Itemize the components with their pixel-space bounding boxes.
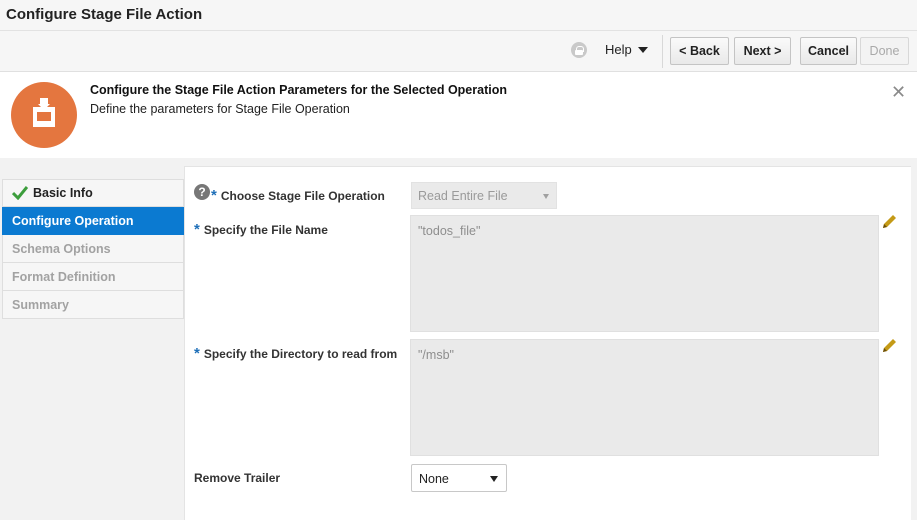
file-name-label-text: Specify the File Name <box>203 223 328 237</box>
operation-select[interactable]: Read Entire File <box>411 182 557 209</box>
remove-trailer-label: Remove Trailer <box>194 471 281 485</box>
directory-label-text: Specify the Directory to read from <box>203 347 398 361</box>
required-marker: * <box>211 187 217 204</box>
train-step-label: Format Definition <box>12 269 116 284</box>
lock-icon <box>571 42 587 58</box>
file-name-label: * Specify the File Name <box>194 221 328 238</box>
train-step-format-definition[interactable]: Format Definition <box>2 263 184 291</box>
train-step-label: Basic Info <box>33 186 93 200</box>
stage-file-icon <box>11 82 77 148</box>
close-icon[interactable]: ✕ <box>891 82 906 103</box>
toolbar: Help < Back Next > Cancel Done <box>0 31 917 72</box>
pencil-icon[interactable] <box>880 337 898 355</box>
next-button[interactable]: Next > <box>734 37 791 65</box>
wizard-header: Configure the Stage File Action Paramete… <box>0 72 917 158</box>
directory-field[interactable]: "/msb" <box>410 339 879 456</box>
train-step-configure-operation[interactable]: Configure Operation <box>2 207 184 235</box>
back-button[interactable]: < Back <box>670 37 729 65</box>
checkmark-icon <box>11 186 29 201</box>
chevron-down-icon <box>490 476 498 482</box>
help-menu[interactable]: Help <box>605 42 648 57</box>
cancel-button[interactable]: Cancel <box>800 37 857 65</box>
operation-label-text: Choose Stage File Operation <box>220 189 385 203</box>
done-button[interactable]: Done <box>860 37 909 65</box>
required-marker: * <box>194 221 200 238</box>
directory-label: * Specify the Directory to read from <box>194 345 397 362</box>
chevron-down-icon <box>637 46 648 53</box>
operation-select-value: Read Entire File <box>418 189 508 203</box>
help-menu-label: Help <box>605 42 632 57</box>
wizard-train: Basic Info Configure Operation Schema Op… <box>2 179 184 319</box>
window-titlebar: Configure Stage File Action <box>0 0 917 31</box>
operation-label: * Choose Stage File Operation <box>211 187 385 204</box>
train-step-basic-info[interactable]: Basic Info <box>2 179 184 207</box>
header-title: Configure the Stage File Action Paramete… <box>90 83 507 97</box>
remove-trailer-select[interactable]: None <box>411 464 507 492</box>
train-step-label: Summary <box>12 297 69 312</box>
help-icon[interactable]: ? <box>194 184 210 200</box>
chevron-down-icon <box>543 194 549 199</box>
window-title: Configure Stage File Action <box>6 6 203 23</box>
train-step-schema-options[interactable]: Schema Options <box>2 235 184 263</box>
stage-file-glyph <box>33 98 55 127</box>
train-step-summary[interactable]: Summary <box>2 291 184 319</box>
remove-trailer-value: None <box>419 472 449 486</box>
toolbar-divider <box>662 35 663 68</box>
header-subtitle: Define the parameters for Stage File Ope… <box>90 102 350 116</box>
file-name-field[interactable]: "todos_file" <box>410 215 879 332</box>
pencil-icon[interactable] <box>880 213 898 231</box>
train-step-label: Configure Operation <box>12 213 134 228</box>
required-marker: * <box>194 345 200 362</box>
train-step-label: Schema Options <box>12 241 111 256</box>
